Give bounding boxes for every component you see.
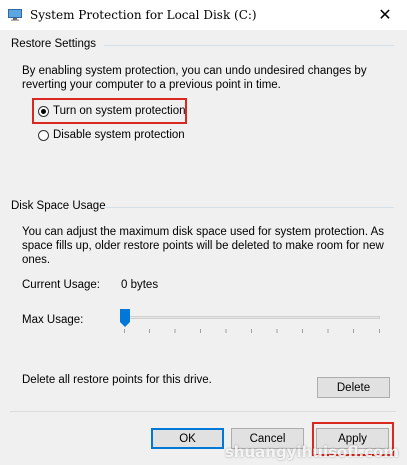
disk-space-divider — [101, 207, 394, 208]
window-title: System Protection for Local Disk (C:) — [30, 8, 257, 22]
radio-turn-on-label: Turn on system protection — [53, 105, 186, 117]
cancel-button[interactable]: Cancel — [231, 428, 304, 449]
current-usage-label: Current Usage: — [22, 279, 100, 291]
radio-disable-protection[interactable]: Disable system protection — [38, 129, 185, 141]
close-button[interactable]: ✕ — [363, 0, 407, 30]
max-usage-slider-thumb[interactable] — [120, 309, 130, 327]
delete-button[interactable]: Delete — [317, 377, 390, 398]
close-icon: ✕ — [378, 7, 392, 24]
restore-settings-description-line1: By enabling system protection, you can u… — [22, 65, 367, 77]
radio-turn-on-protection[interactable]: Turn on system protection — [38, 105, 186, 117]
delete-description: Delete all restore points for this drive… — [22, 374, 212, 386]
footer-divider — [10, 411, 396, 412]
disk-space-heading: Disk Space Usage — [11, 200, 106, 212]
disk-space-description-line3: ones. — [22, 254, 51, 266]
max-usage-slider-track[interactable] — [122, 316, 380, 319]
disk-space-description-line2: space fills up, older restore points wil… — [22, 240, 384, 252]
radio-checked-icon — [38, 105, 49, 117]
dialog-body: Restore Settings By enabling system prot… — [0, 30, 407, 465]
ok-button[interactable]: OK — [151, 428, 224, 449]
radio-unchecked-icon — [38, 129, 49, 141]
computer-icon — [8, 9, 22, 21]
disk-space-description-line1: You can adjust the maximum disk space us… — [22, 226, 385, 238]
restore-settings-heading: Restore Settings — [11, 38, 97, 50]
apply-button[interactable]: Apply — [316, 428, 389, 449]
radio-disable-label: Disable system protection — [53, 129, 185, 141]
restore-settings-divider — [104, 45, 394, 46]
current-usage-value: 0 bytes — [121, 279, 159, 291]
slider-ticks — [124, 329, 380, 333]
restore-settings-description-line2: reverting your computer to a previous po… — [22, 79, 281, 91]
max-usage-label: Max Usage: — [22, 314, 84, 326]
title-bar: System Protection for Local Disk (C:) ✕ — [0, 0, 407, 31]
